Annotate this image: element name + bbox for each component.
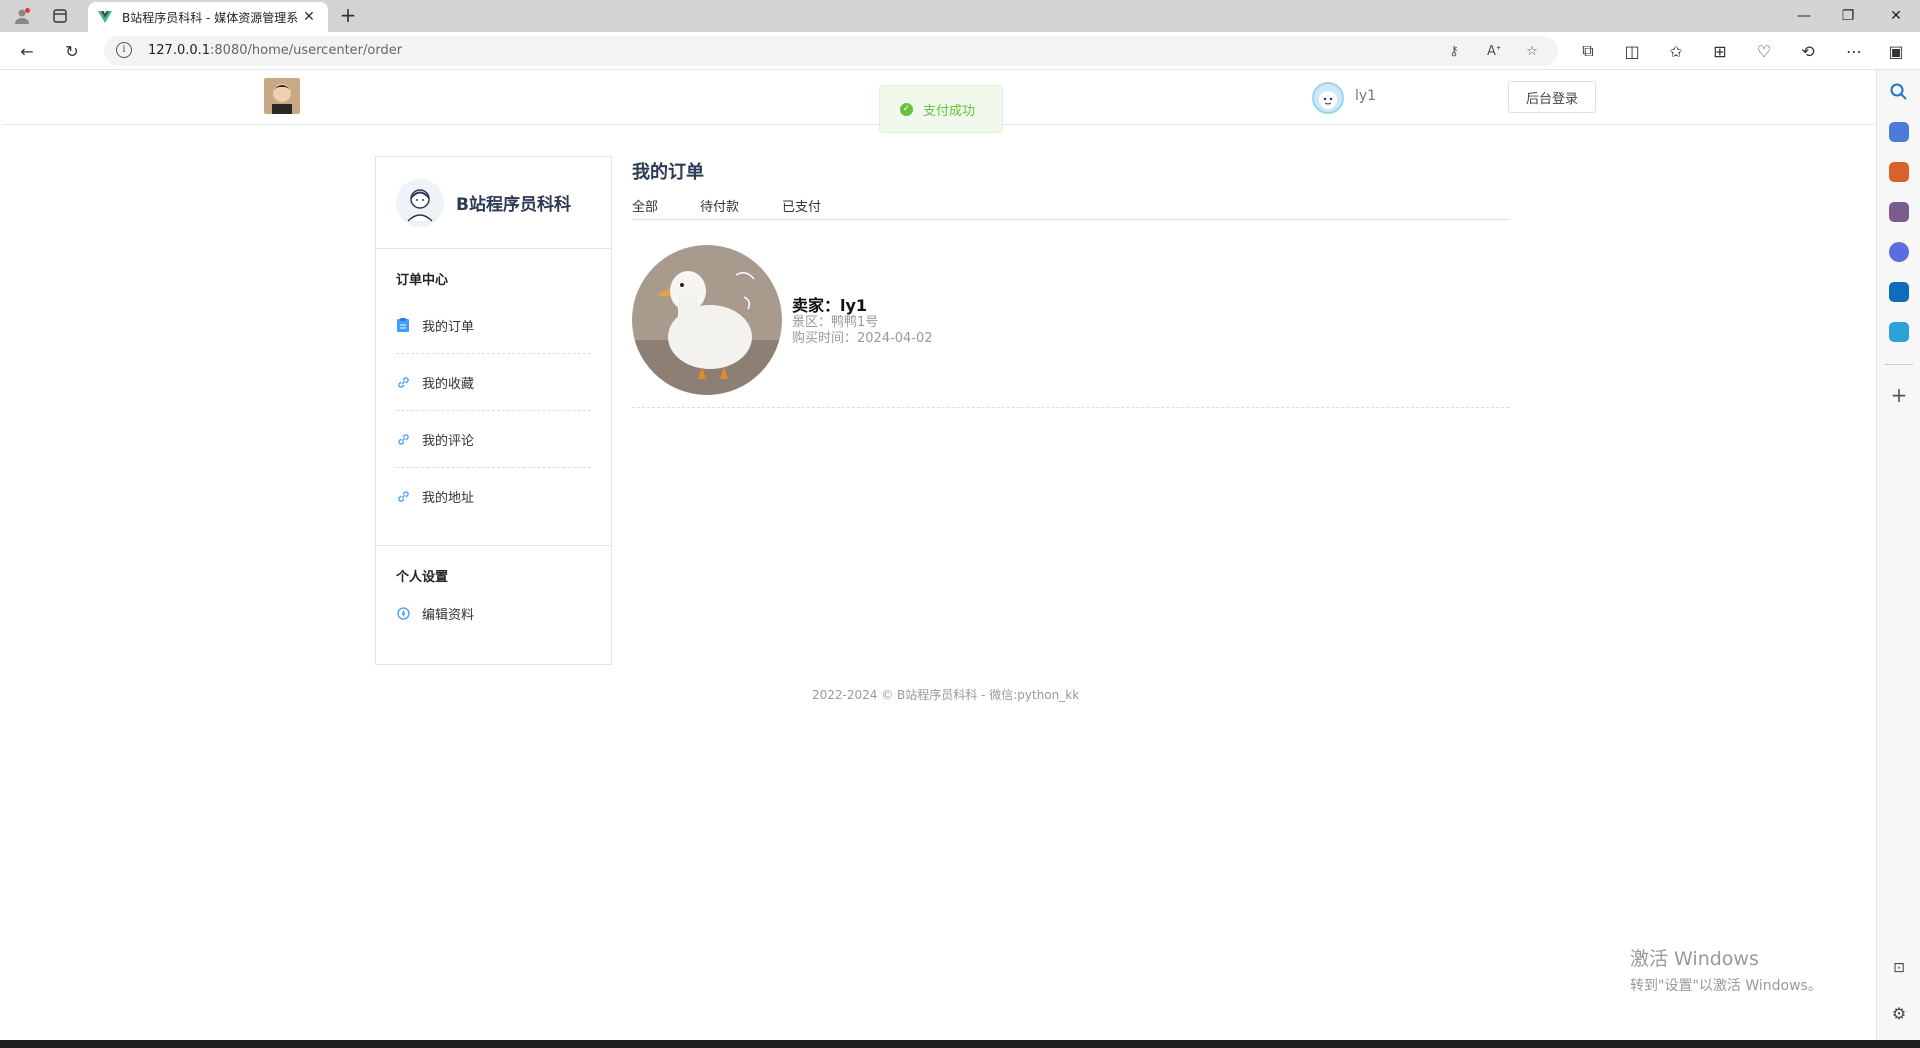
- sidebar-item-label: 我的评论: [422, 433, 475, 449]
- order-thumbnail[interactable]: [632, 245, 782, 395]
- link-icon: [396, 375, 410, 389]
- admin-login-button[interactable]: 后台登录: [1508, 81, 1596, 113]
- performance-icon[interactable]: ♡: [1752, 39, 1776, 63]
- section-title-personal-settings: 个人设置: [396, 570, 449, 585]
- sidebar-item-label: 我的收藏: [422, 376, 475, 392]
- close-tab-icon[interactable]: ✕: [300, 9, 318, 25]
- url-host: 127.0.0.1: [148, 43, 211, 58]
- sidebar-item-edit-profile[interactable]: 编辑资料: [396, 594, 591, 632]
- sidebar-item-label: 我的订单: [422, 319, 475, 335]
- user-sidebar: B站程序员科科 订单中心 我的订单 我的收藏 我的评论 我的地址 个人设置 编辑…: [375, 156, 612, 665]
- site-header: ✓ 支付成功 ly1 后台登录: [4, 71, 1875, 133]
- link-icon: [396, 490, 410, 504]
- site-logo[interactable]: [264, 78, 300, 114]
- split-screen-icon[interactable]: ◫: [1620, 39, 1644, 63]
- profile-icon[interactable]: [10, 4, 34, 28]
- screenshot-icon[interactable]: ⊡: [1889, 960, 1909, 980]
- sidebar-item-label: 我的地址: [422, 491, 475, 506]
- games-icon[interactable]: [1889, 202, 1909, 222]
- page-title: 我的订单: [632, 162, 704, 183]
- browser-toolbar: ← ↻ i 127.0.0.1:8080/home/usercenter/ord…: [0, 32, 1920, 70]
- favorite-star-icon[interactable]: ☆: [1522, 41, 1542, 61]
- search-icon[interactable]: [1889, 82, 1909, 102]
- tab-actions-icon[interactable]: [48, 4, 72, 28]
- edge-sidebar: + ⊡ ⚙: [1876, 70, 1920, 1040]
- user-avatar[interactable]: [1312, 82, 1344, 114]
- success-toast: ✓ 支付成功: [879, 85, 1003, 133]
- os-taskbar: [0, 1040, 1920, 1048]
- section-title-order-center: 订单中心: [396, 273, 449, 288]
- clipboard-icon: [396, 318, 410, 332]
- check-circle-icon: ✓: [900, 102, 913, 116]
- sidebar-toggle-icon[interactable]: ▣: [1884, 39, 1908, 63]
- back-icon[interactable]: ←: [15, 39, 39, 63]
- active-tab[interactable]: B站程序员科科 - 媒体资源管理系 ✕: [88, 2, 328, 32]
- orders-panel: 我的订单 全部 待付款 已支付 卖家：ly1 景区：鸭鸭1号 购买时间：2024…: [632, 156, 1509, 408]
- watermark-line2: 转到"设置"以激活 Windows。: [1630, 978, 1822, 994]
- key-icon[interactable]: ⚷: [1444, 41, 1464, 61]
- toast-message: 支付成功: [923, 103, 976, 119]
- url-text: 127.0.0.1:8080/home/usercenter/order: [148, 43, 402, 58]
- sidebar-item-my-favorites[interactable]: 我的收藏: [396, 354, 591, 411]
- close-window-icon[interactable]: ✕: [1874, 0, 1918, 32]
- refresh-icon[interactable]: ↻: [60, 39, 84, 63]
- read-aloud-icon[interactable]: Aᐩ: [1484, 41, 1504, 61]
- sidebar-item-my-comments[interactable]: 我的评论: [396, 411, 591, 468]
- order-tabs: 全部 待付款 已支付: [632, 194, 1509, 220]
- tab-all[interactable]: 全部: [632, 196, 658, 215]
- send-icon[interactable]: [1889, 322, 1909, 342]
- sidebar-item-label: 编辑资料: [422, 607, 475, 623]
- minimize-icon[interactable]: —: [1782, 0, 1826, 32]
- brand-name: B站程序员科科: [456, 195, 571, 215]
- extensions-icon[interactable]: ⧉: [1576, 39, 1600, 63]
- address-bar[interactable]: i 127.0.0.1:8080/home/usercenter/order ⚷…: [104, 36, 1558, 66]
- sidebar-header: B站程序员科科: [376, 157, 611, 249]
- favorites-icon[interactable]: ✩: [1664, 39, 1688, 63]
- sidebar-item-my-address[interactable]: 我的地址: [396, 468, 591, 525]
- brand-avatar: [396, 178, 444, 227]
- restore-icon[interactable]: ❐: [1826, 0, 1870, 32]
- vue-logo-icon: [98, 11, 112, 23]
- tools-icon[interactable]: [1889, 162, 1909, 182]
- footer-copyright: 2022-2024 © B站程序员科科 - 微信:python_kk: [812, 688, 1080, 702]
- outlook-icon[interactable]: [1889, 282, 1909, 302]
- tab-title: B站程序员科科 - 媒体资源管理系: [122, 10, 299, 25]
- microsoft365-icon[interactable]: [1889, 242, 1909, 262]
- order-purchase-time: 购买时间：2024-04-02: [792, 331, 933, 346]
- tab-pending-payment[interactable]: 待付款: [700, 196, 739, 215]
- collections-icon[interactable]: ⊞: [1708, 39, 1732, 63]
- add-icon[interactable]: +: [1889, 385, 1909, 406]
- compass-icon: [396, 606, 410, 620]
- order-item[interactable]: 卖家：ly1 景区：鸭鸭1号 购买时间：2024-04-02: [632, 220, 1509, 408]
- browser-tab-bar: B站程序员科科 - 媒体资源管理系 ✕ + — ❐ ✕: [0, 0, 1920, 32]
- watermark-line1: 激活 Windows: [1630, 948, 1759, 970]
- header-username[interactable]: ly1: [1355, 88, 1376, 104]
- url-path: :8080/home/usercenter/order: [210, 43, 403, 58]
- link-icon: [396, 432, 410, 446]
- new-tab-icon[interactable]: +: [336, 4, 360, 28]
- copilot-icon[interactable]: ⟲: [1796, 39, 1820, 63]
- order-center-section: 订单中心 我的订单 我的收藏 我的评论 我的地址: [376, 249, 611, 525]
- shopping-tag-icon[interactable]: [1889, 122, 1909, 142]
- settings-gear-icon[interactable]: ⚙: [1889, 1004, 1909, 1024]
- sidebar-divider: [1885, 364, 1913, 365]
- tab-paid[interactable]: 已支付: [782, 196, 821, 215]
- page: ✓ 支付成功 ly1 后台登录 B站程序员科科 订单中心 我的订单 我的收藏 我…: [4, 71, 1875, 1036]
- site-info-icon[interactable]: i: [116, 42, 132, 58]
- windows-activation-watermark: 激活 Windows 转到"设置"以激活 Windows。: [1630, 944, 1822, 995]
- more-menu-icon[interactable]: ⋯: [1842, 39, 1866, 63]
- personal-settings-section: 个人设置 编辑资料: [376, 546, 611, 632]
- sidebar-item-my-orders[interactable]: 我的订单: [396, 297, 591, 354]
